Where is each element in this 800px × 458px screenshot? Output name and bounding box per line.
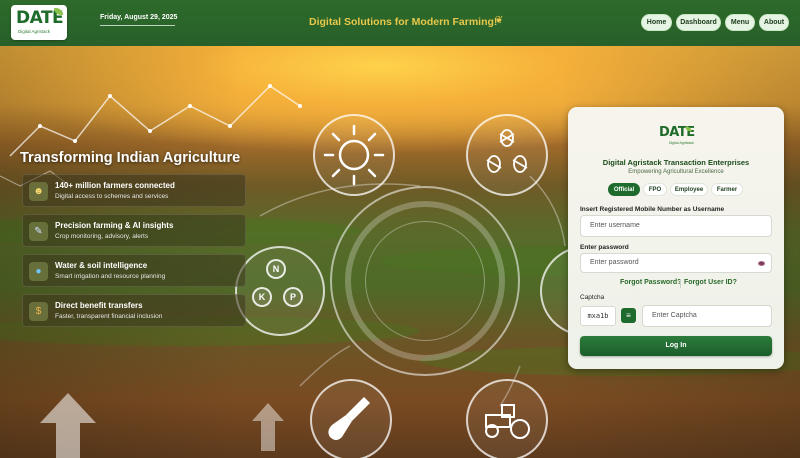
captcha-input[interactable]: Enter Captcha [642,305,772,327]
pest-circle [466,114,548,196]
login-button[interactable]: Log In [580,336,772,356]
login-subtitle: Empowering Agricultural Excellence [628,169,724,175]
potassium-badge: K [252,287,272,307]
nav-about-button[interactable]: About [759,14,789,31]
shovel-icon [328,397,370,440]
sun-circle [313,114,395,196]
nav-menu-button[interactable]: Menu [725,14,755,31]
growth-arrow-icon [40,393,96,458]
show-password-icon[interactable] [758,261,765,266]
tab-official[interactable]: Official [608,183,640,196]
feature-card-precision: ✎ Precision farming & AI insights Crop m… [22,214,246,247]
growth-arrow-small-icon [252,403,284,451]
refresh-icon: ≡ [626,311,631,320]
forgot-user-id-link[interactable]: Forgot User ID? [684,279,737,286]
nitrogen-badge: N [266,259,286,279]
site-logo[interactable]: DATE Digital Agristack [11,5,67,40]
tractor-circle [466,379,548,458]
password-label: Enter password [580,244,629,251]
pest-icon [486,129,528,173]
captcha-label: Captcha [580,294,605,301]
shovel-circle [310,379,392,458]
password-input[interactable]: Enter password [580,253,772,273]
water-drop-icon: ● [29,262,48,281]
feature-title: Water & soil intelligence [55,261,148,270]
feature-title: 140+ million farmers connected [55,181,175,190]
refresh-captcha-button[interactable]: ≡ [621,308,636,323]
hero-title: Transforming Indian Agriculture [20,150,241,166]
feature-desc: Faster, transparent financial inclusion [55,313,163,320]
username-label: Insert Registered Mobile Number as Usern… [580,206,725,213]
username-input[interactable]: Enter username [580,215,772,237]
feature-desc: Crop monitoring, advisory, alerts [55,233,149,240]
central-ring-core [365,221,485,341]
farmer-icon: ☻ [29,182,48,201]
card-logo-subtext: Digital Agristack [669,141,694,145]
feature-card-water: ● Water & soil intelligence Smart irriga… [22,254,246,287]
nav-home-button[interactable]: Home [641,14,672,31]
nav-dashboard-button[interactable]: Dashboard [676,14,721,31]
tab-farmer[interactable]: Farmer [711,183,743,196]
captcha-image: mxa1b [580,306,616,326]
feature-desc: Digital access to schemes and services [55,193,169,200]
current-date: Friday, August 29, 2025 [100,14,178,21]
forgot-password-link[interactable]: Forgot Password? [620,279,681,286]
login-title: Digital Agristack Transaction Enterprise… [602,158,750,167]
top-header: DATE Digital Agristack Friday, August 29… [0,0,800,46]
ai-icon: ✎ [29,222,48,241]
login-card: DATE Digital Agristack Digital Agristack… [568,107,784,369]
feature-card-dbt: $ Direct benefit transfers Faster, trans… [22,294,246,327]
money-bag-icon: $ [29,302,48,321]
date-underline [100,25,175,26]
seedling-icon: ❦ [495,15,504,26]
header-tagline: Digital Solutions for Modern Farming! [309,16,498,28]
sun-icon [323,124,385,186]
feature-desc: Smart irrigation and resource planning [55,273,166,280]
tractor-icon [485,404,530,439]
phosphorus-badge: P [283,287,303,307]
tab-fpo[interactable]: FPO [643,183,667,196]
logo-subtext: Digital Agristack [18,29,51,34]
feature-card-farmers: ☻ 140+ million farmers connected Digital… [22,174,246,207]
link-separator [680,279,681,288]
feature-title: Precision farming & AI insights [55,221,174,230]
tab-employee[interactable]: Employee [670,183,708,196]
feature-title: Direct benefit transfers [55,301,143,310]
